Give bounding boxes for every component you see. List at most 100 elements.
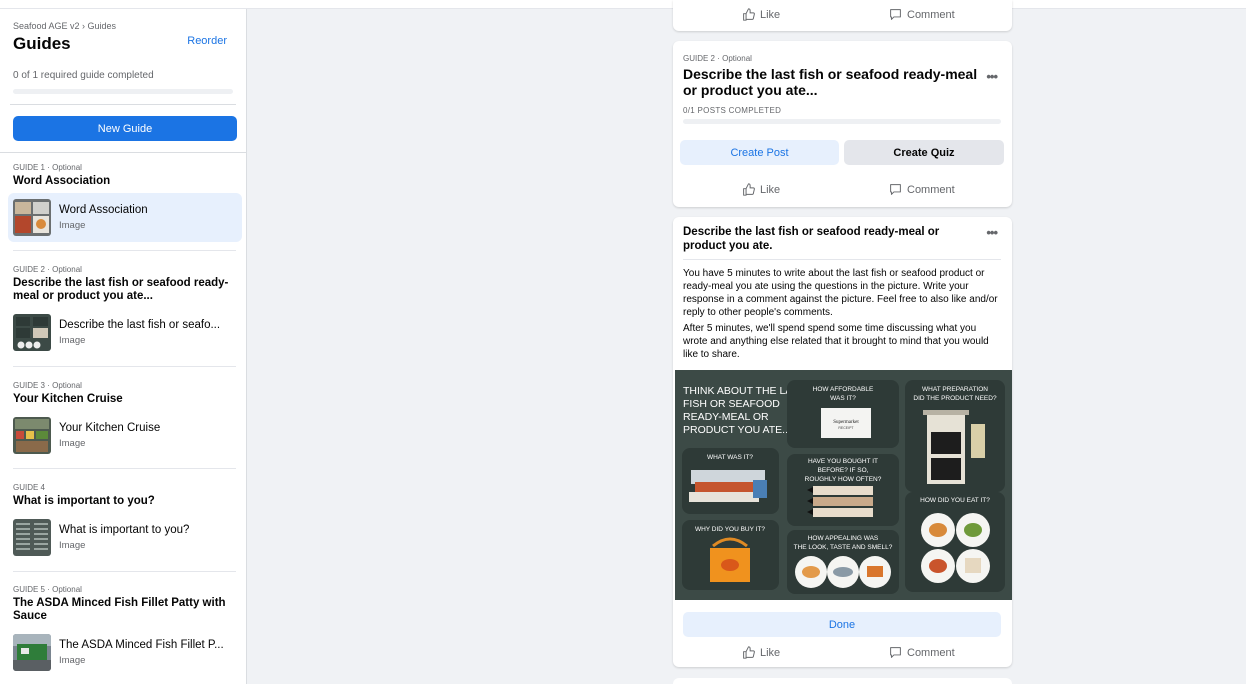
feed-card-next — [673, 678, 1012, 684]
more-options-icon[interactable]: ••• — [986, 225, 998, 240]
new-guide-button[interactable]: New Guide — [13, 116, 237, 141]
guide-section-5: GUIDE 5 · Optional The ASDA Minced Fish … — [0, 585, 246, 677]
svg-text:ROUGHLY HOW OFTEN?: ROUGHLY HOW OFTEN? — [805, 476, 882, 483]
divider — [683, 259, 1001, 260]
progress-text: 0 of 1 required guide completed — [13, 70, 154, 81]
question-appeal: HOW APPEALING WAS — [808, 535, 879, 542]
posts-progress-bar — [683, 119, 1001, 124]
svg-text:READY-MEAL OR: READY-MEAL OR — [683, 411, 769, 423]
guide-meta: GUIDE 3 · Optional — [13, 381, 82, 390]
svg-text:PRODUCT YOU ATE...: PRODUCT YOU ATE... — [683, 424, 791, 436]
guide-title: What is important to you? — [13, 495, 155, 507]
guide-meta: GUIDE 4 — [13, 483, 46, 492]
thumbs-up-icon — [743, 183, 755, 196]
like-button[interactable]: Like — [742, 8, 780, 21]
guide-title: The ASDA Minced Fish Fillet Patty with S… — [13, 597, 226, 622]
guide-item-title: Your Kitchen Cruise — [59, 422, 161, 434]
guide-section-1: GUIDE 1 · Optional Word Association Word… — [0, 163, 246, 242]
comment-icon — [890, 647, 901, 658]
guide-title: Word Association — [13, 175, 111, 187]
divider — [13, 250, 236, 251]
card-actions: Like Comment — [673, 646, 1012, 664]
guide-meta: GUIDE 5 · Optional — [13, 585, 82, 594]
divider — [0, 152, 246, 153]
comment-icon — [890, 184, 901, 195]
comment-label: Comment — [907, 183, 955, 196]
guide-item-type: Image — [59, 335, 86, 346]
comment-icon — [890, 9, 901, 20]
divider — [13, 571, 236, 572]
more-options-icon[interactable]: ••• — [986, 69, 998, 84]
guide-item-kitchen-cruise[interactable]: Your Kitchen Cruise Image — [8, 411, 242, 460]
guide-meta: GUIDE 2 · Optional — [683, 54, 752, 63]
comment-label: Comment — [907, 646, 955, 659]
guide-item-type: Image — [59, 220, 86, 231]
card-actions: Like Comment — [673, 183, 1012, 201]
guide-title: Describe the last fish or seafood ready-… — [683, 66, 978, 98]
post-body: You have 5 minutes to write about the la… — [683, 267, 1001, 364]
breadcrumb: Seafood AGE v2 › Guides — [13, 21, 117, 31]
receipt-text: Supermarket — [833, 420, 859, 425]
svg-text:FISH OR SEAFOOD: FISH OR SEAFOOD — [683, 398, 780, 410]
guide-title: Describe the last fish or seafood ready-… — [13, 277, 229, 302]
reorder-link[interactable]: Reorder — [187, 35, 227, 47]
guide-title: Your Kitchen Cruise — [13, 393, 123, 405]
guide-thumbnail — [13, 417, 51, 454]
feed-card-previous: Like Comment — [673, 0, 1012, 31]
thumbs-up-icon — [743, 646, 755, 659]
divider — [13, 366, 236, 367]
like-label: Like — [760, 183, 781, 196]
guide-meta: GUIDE 2 · Optional — [13, 265, 82, 274]
guide-item-title: Word Association — [59, 204, 148, 216]
question-preparation: WHAT PREPARATION — [922, 386, 988, 393]
guide-item-title: What is important to you? — [59, 524, 190, 536]
comment-label: Comment — [907, 8, 955, 21]
posts-completed: 0/1 POSTS COMPLETED — [683, 106, 782, 115]
guide-item-what-is-important[interactable]: What is important to you? Image — [8, 513, 242, 562]
sidebar-header: Seafood AGE v2 › Guides Guides Reorder — [0, 9, 246, 55]
like-button[interactable]: Like — [742, 646, 780, 659]
guide-thumbnail — [13, 519, 51, 556]
guide-thumbnail — [13, 634, 51, 671]
comment-button[interactable]: Comment — [889, 646, 955, 659]
guide-thumbnail — [13, 314, 51, 351]
create-quiz-button[interactable]: Create Quiz — [844, 140, 1004, 165]
post-title: Describe the last fish or seafood ready-… — [683, 226, 940, 252]
card-actions: Like Comment — [673, 8, 1012, 26]
svg-text:BEFORE? IF SO,: BEFORE? IF SO, — [818, 467, 869, 474]
post-paragraph: After 5 minutes, we'll spend spend some … — [683, 323, 989, 360]
guide-meta: GUIDE 1 · Optional — [13, 163, 82, 172]
guide-item-asda-fish-patty[interactable]: The ASDA Minced Fish Fillet P... Image — [8, 628, 242, 677]
guide-item-describe-last-fish[interactable]: Describe the last fish or seafo... Image — [8, 308, 242, 357]
guide-item-type: Image — [59, 438, 86, 449]
question-eat: HOW DID YOU EAT IT? — [920, 497, 990, 504]
create-post-button[interactable]: Create Post — [680, 140, 839, 165]
post-card: Describe the last fish or seafood ready-… — [673, 217, 1012, 667]
guide-item-title: The ASDA Minced Fish Fillet P... — [59, 639, 224, 651]
guide-item-type: Image — [59, 655, 86, 666]
divider — [10, 104, 236, 105]
svg-text:WAS IT?: WAS IT? — [830, 395, 856, 402]
guides-sidebar: Seafood AGE v2 › Guides Guides Reorder 0… — [0, 9, 247, 684]
question-why: WHY DID YOU BUY IT? — [695, 526, 765, 533]
guide-item-word-association[interactable]: Word Association Image — [8, 193, 242, 242]
done-button[interactable]: Done — [683, 612, 1001, 637]
comment-button[interactable]: Comment — [889, 183, 955, 196]
progress-bar — [13, 89, 233, 94]
guide-card: GUIDE 2 · Optional Describe the last fis… — [673, 41, 1012, 207]
svg-text:RECEIPT: RECEIPT — [838, 426, 854, 430]
like-button[interactable]: Like — [742, 183, 780, 196]
comment-button[interactable]: Comment — [889, 8, 955, 21]
like-label: Like — [760, 646, 781, 659]
guide-item-title: Describe the last fish or seafo... — [59, 319, 221, 331]
guide-section-4: GUIDE 4 What is important to you? What i… — [0, 483, 246, 562]
question-affordable: HOW AFFORDABLE — [813, 386, 874, 393]
post-paragraph: You have 5 minutes to write about the la… — [683, 268, 998, 318]
guide-thumbnail — [13, 199, 51, 236]
guide-section-3: GUIDE 3 · Optional Your Kitchen Cruise Y… — [0, 381, 246, 460]
post-image[interactable]: THINK ABOUT THE LAST FISH OR SEAFOOD REA… — [675, 370, 1012, 600]
like-label: Like — [760, 8, 781, 21]
thumbs-up-icon — [743, 8, 755, 21]
guide-section-2: GUIDE 2 · Optional Describe the last fis… — [0, 265, 246, 357]
guide-item-type: Image — [59, 540, 86, 551]
